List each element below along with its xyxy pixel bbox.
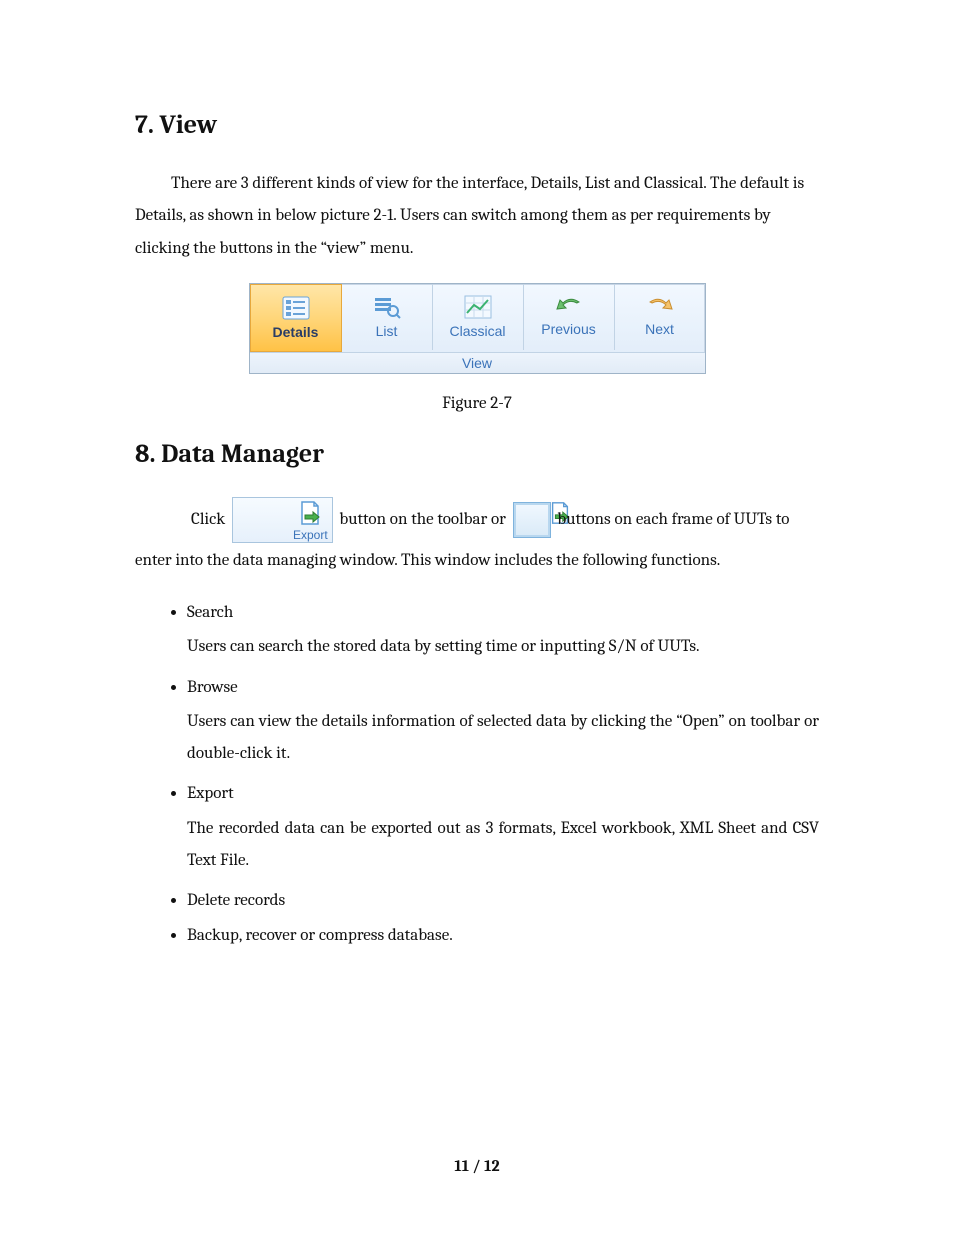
list-magnify-icon: [373, 295, 401, 319]
document-page: 7. View There are 3 different kinds of v…: [0, 0, 954, 1235]
export-page-arrow-icon: [241, 500, 323, 529]
list-item-title: Delete records: [187, 891, 285, 910]
ribbon-button-label: Next: [645, 321, 674, 337]
ribbon-button-label: List: [376, 323, 398, 339]
list-item: Search Users can search the stored data …: [187, 597, 819, 664]
frame-export-icon-button[interactable]: [513, 502, 551, 538]
ribbon-button-label: Previous: [541, 321, 595, 337]
ribbon-group-label: View: [250, 352, 705, 373]
list-item-title: Search: [187, 603, 233, 622]
figure-ribbon: Details List: [135, 283, 819, 374]
figure-caption: Figure 2-7: [135, 394, 819, 413]
list-item-body: Users can view the details information o…: [187, 706, 819, 771]
chart-grid-icon: [464, 295, 492, 319]
ribbon-button-previous[interactable]: Previous: [524, 284, 615, 350]
list-item: Delete records: [187, 885, 819, 917]
list-item-body: The recorded data can be exported out as…: [187, 813, 819, 878]
ribbon-button-label: Classical: [449, 323, 505, 339]
ribbon-button-list[interactable]: List: [342, 284, 433, 350]
ribbon-button-next[interactable]: Next: [615, 284, 705, 350]
list-item-body: Users can search the stored data by sett…: [187, 631, 819, 663]
page-total: 12: [484, 1157, 499, 1175]
section-8-heading: 8. Data Manager: [135, 439, 819, 469]
export-button-label: Export: [237, 529, 328, 542]
ribbon-button-label: Details: [273, 324, 319, 340]
list-item-title: Export: [187, 784, 234, 803]
list-item: Browse Users can view the details inform…: [187, 672, 819, 771]
list-item-title: Backup, recover or compress database.: [187, 926, 453, 945]
page-current: 11: [454, 1157, 469, 1175]
ribbon-row: Details List: [250, 284, 705, 352]
list-item: Backup, recover or compress database.: [187, 920, 819, 952]
ribbon-button-details[interactable]: Details: [250, 284, 342, 352]
arrow-right-icon: [646, 297, 674, 317]
list-item-title: Browse: [187, 678, 238, 697]
view-ribbon: Details List: [249, 283, 706, 374]
details-list-icon: [282, 296, 310, 320]
page-footer: 11 / 12: [0, 1157, 954, 1175]
function-list: Search Users can search the stored data …: [135, 597, 819, 952]
list-item: Export The recorded data can be exported…: [187, 778, 819, 877]
arrow-left-icon: [555, 297, 583, 317]
text-fragment: Click: [191, 510, 229, 529]
ribbon-button-classical[interactable]: Classical: [433, 284, 524, 350]
text-fragment: button on the toolbar or: [339, 510, 509, 529]
section-8-paragraph: Click Export button on the toolbar or: [135, 497, 819, 579]
section-7-heading: 7. View: [135, 110, 819, 140]
page-separator: /: [469, 1157, 484, 1175]
export-toolbar-button[interactable]: Export: [232, 497, 333, 543]
section-7-paragraph: There are 3 different kinds of view for …: [135, 168, 819, 265]
